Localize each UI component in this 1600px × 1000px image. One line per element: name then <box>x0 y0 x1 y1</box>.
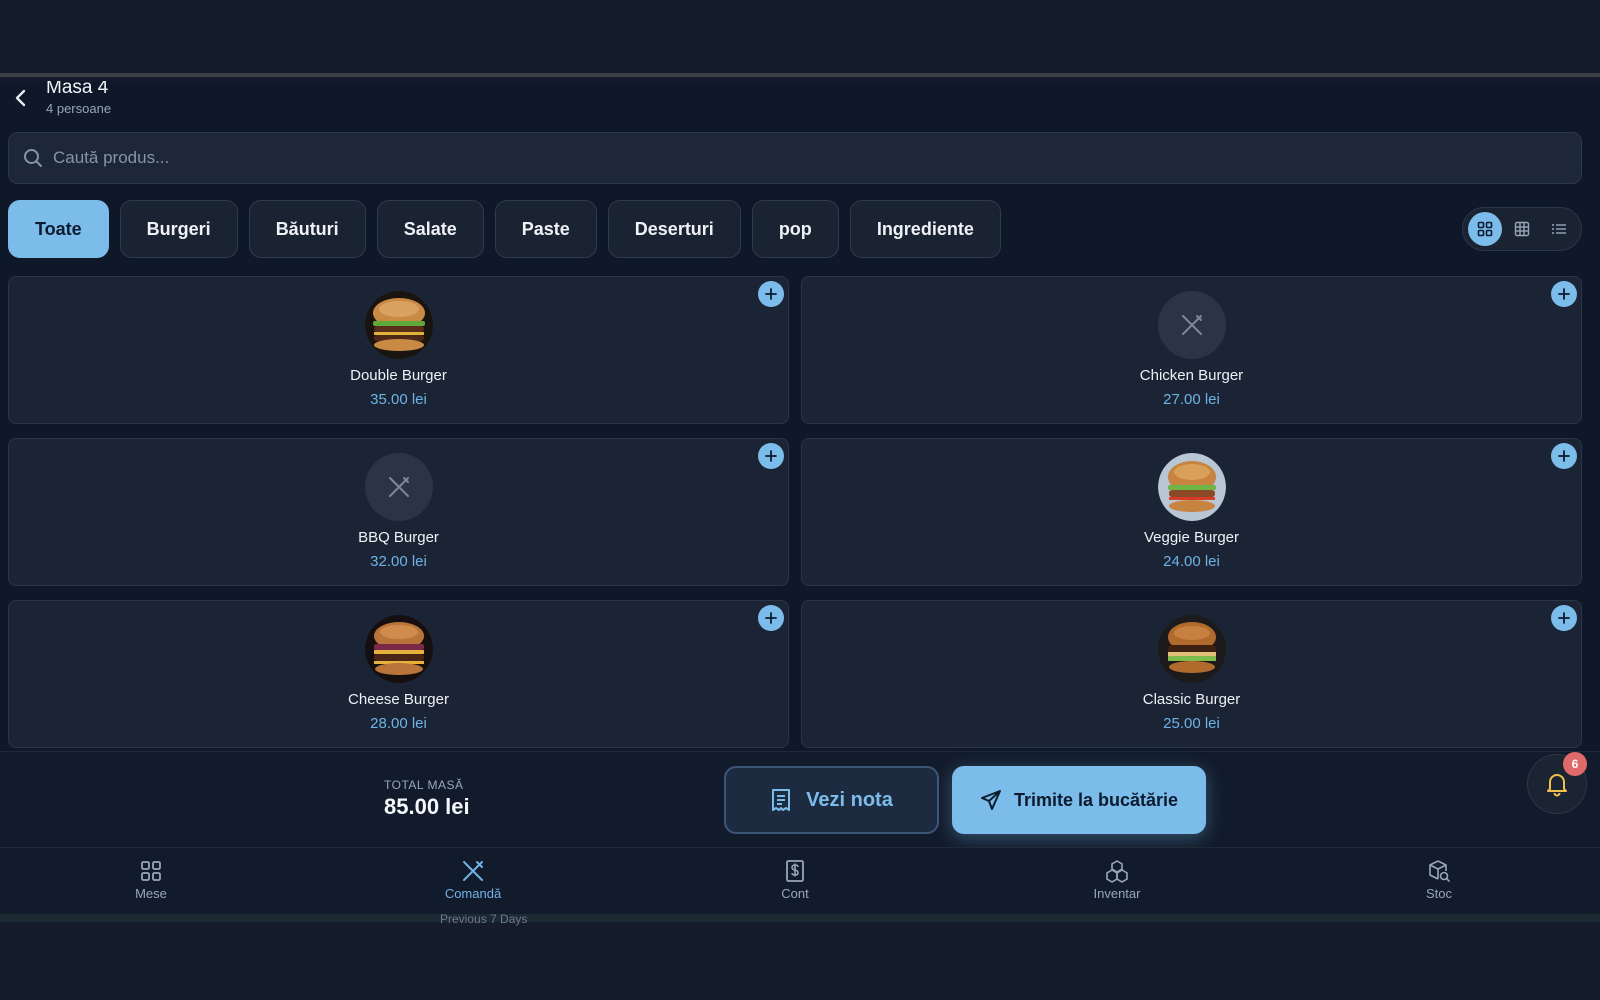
utensils-crossed-icon <box>389 477 409 497</box>
nav-label: Mese <box>135 886 167 901</box>
view-bill-button[interactable]: Vezi nota <box>724 766 939 834</box>
view-grid-small-button[interactable] <box>1505 212 1539 246</box>
page-title: Masa 4 <box>46 81 109 98</box>
grid-icon <box>141 861 161 881</box>
product-name: Classic Burger <box>1142 691 1241 708</box>
send-icon <box>980 790 1001 810</box>
product-image-placeholder <box>365 453 433 521</box>
search-input[interactable] <box>53 148 1453 168</box>
header: Masa 4 4 persoane <box>0 81 1600 129</box>
plus-icon <box>765 612 777 624</box>
receipt-icon <box>772 789 791 811</box>
background-window: Previous 7 Days <box>0 912 1600 1000</box>
grid-large-icon <box>1478 221 1493 237</box>
view-mode-toggle <box>1462 207 1582 251</box>
nav-label: Inventar <box>1093 886 1141 901</box>
add-product-button[interactable] <box>758 443 784 469</box>
product-price: 35.00 lei <box>370 391 427 408</box>
utensils-crossed-icon <box>1182 315 1202 335</box>
product-name: Chicken Burger <box>1139 367 1244 384</box>
category-tab-paste[interactable]: Paste <box>494 200 597 258</box>
nav-item-cont[interactable]: Cont <box>735 858 855 901</box>
category-tabs: Toate Burgeri Băuturi Salate Paste Deser… <box>8 200 1001 260</box>
utensils-icon <box>463 861 483 881</box>
product-name: Cheese Burger <box>348 691 449 708</box>
plus-icon <box>765 288 777 300</box>
plus-icon <box>1558 612 1570 624</box>
bottom-nav: Mese Comandă Cont Inventar Stoc <box>0 847 1600 914</box>
category-tab-toate[interactable]: Toate <box>8 200 109 258</box>
nav-label: Cont <box>781 886 809 901</box>
view-grid-large-button[interactable] <box>1468 212 1503 246</box>
boxes-icon <box>1106 860 1128 883</box>
product-card-classic-burger[interactable]: Classic Burger 25.00 lei <box>801 600 1582 748</box>
burger-photo-icon <box>1158 615 1226 683</box>
chevron-left-icon <box>15 89 26 107</box>
product-card-cheese-burger[interactable]: Cheese Burger 28.00 lei <box>8 600 789 748</box>
search-bar <box>8 132 1582 184</box>
nav-item-inventar[interactable]: Inventar <box>1057 858 1177 901</box>
nav-label: Comandă <box>444 886 502 901</box>
product-name: Double Burger <box>350 367 447 384</box>
category-tab-ingrediente[interactable]: Ingrediente <box>849 200 1001 258</box>
package-search-icon <box>1429 860 1450 882</box>
send-to-kitchen-button[interactable]: Trimite la bucătărie <box>952 766 1206 834</box>
category-tab-burgeri[interactable]: Burgeri <box>119 200 238 258</box>
guest-count: 4 persoane <box>46 101 112 116</box>
category-tab-salate[interactable]: Salate <box>376 200 484 258</box>
top-bar <box>0 0 1600 77</box>
add-product-button[interactable] <box>758 605 784 631</box>
product-card-bbq-burger[interactable]: BBQ Burger 32.00 lei <box>8 438 789 586</box>
app-window: Masa 4 4 persoane Toate Burgeri Băuturi … <box>0 81 1600 914</box>
background-window-strip <box>0 914 1600 922</box>
add-product-button[interactable] <box>1551 605 1577 631</box>
product-name: Veggie Burger <box>1143 529 1240 546</box>
product-price: 32.00 lei <box>370 553 427 570</box>
list-icon <box>1551 224 1566 234</box>
plus-icon <box>1558 288 1570 300</box>
category-tab-deserturi[interactable]: Deserturi <box>607 200 741 258</box>
grid-small-icon <box>1514 221 1530 237</box>
receipt-dollar-icon <box>786 860 804 882</box>
view-bill-label: Vezi nota <box>806 788 893 811</box>
product-price: 27.00 lei <box>1163 391 1220 408</box>
category-tab-bauturi[interactable]: Băuturi <box>248 200 366 258</box>
background-peek-text: Previous 7 Days <box>440 912 528 926</box>
burger-photo-icon <box>1158 453 1226 521</box>
total-label: TOTAL MASĂ <box>384 778 464 792</box>
notification-count-badge: 6 <box>1563 752 1587 776</box>
add-product-button[interactable] <box>758 281 784 307</box>
product-image-placeholder <box>1158 291 1226 359</box>
product-price: 28.00 lei <box>370 715 427 732</box>
burger-photo-icon <box>365 615 433 683</box>
back-button[interactable] <box>10 87 32 109</box>
nav-item-stoc[interactable]: Stoc <box>1379 858 1499 901</box>
bell-icon <box>1547 774 1567 797</box>
plus-icon <box>1558 450 1570 462</box>
product-price: 25.00 lei <box>1163 715 1220 732</box>
product-card-chicken-burger[interactable]: Chicken Burger 27.00 lei <box>801 276 1582 424</box>
category-tab-pop[interactable]: pop <box>751 200 839 258</box>
total-value: 85.00 lei <box>384 794 470 819</box>
nav-label: Stoc <box>1425 886 1452 901</box>
product-name: BBQ Burger <box>358 529 439 546</box>
product-price: 24.00 lei <box>1163 553 1220 570</box>
order-footer: TOTAL MASĂ 85.00 lei Vezi nota Trimite l… <box>0 751 1600 847</box>
plus-icon <box>765 450 777 462</box>
add-product-button[interactable] <box>1551 281 1577 307</box>
product-card-veggie-burger[interactable]: Veggie Burger 24.00 lei <box>801 438 1582 586</box>
search-icon <box>24 149 42 167</box>
view-list-button[interactable] <box>1542 212 1576 246</box>
nav-item-mese[interactable]: Mese <box>91 858 211 901</box>
nav-item-comanda[interactable]: Comandă <box>413 858 533 901</box>
send-to-kitchen-label: Trimite la bucătărie <box>1013 789 1179 810</box>
product-card-double-burger[interactable]: Double Burger 35.00 lei <box>8 276 789 424</box>
burger-photo-icon <box>365 291 433 359</box>
add-product-button[interactable] <box>1551 443 1577 469</box>
